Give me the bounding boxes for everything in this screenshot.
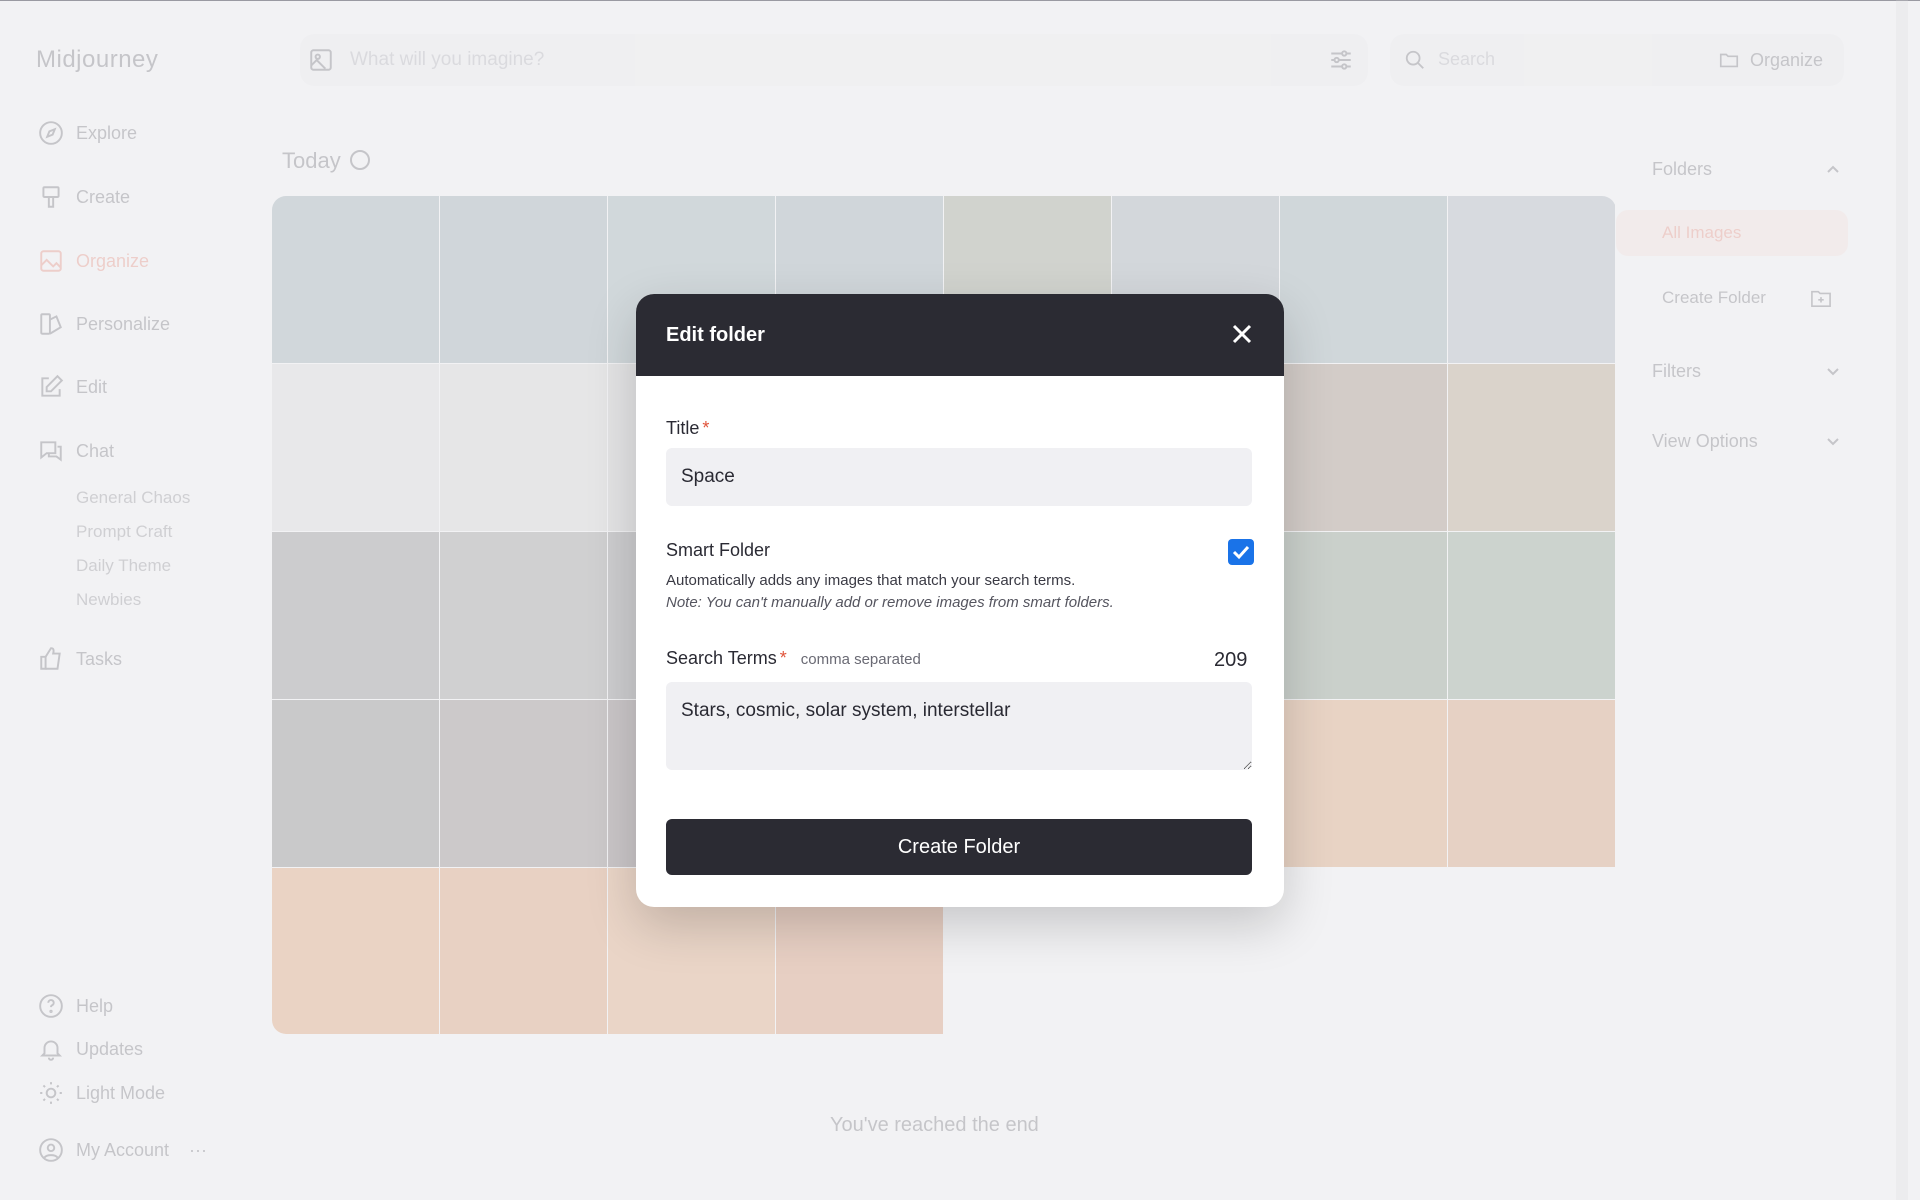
paintbrush-icon	[42, 186, 60, 208]
nav-label: Tasks	[76, 648, 123, 669]
nav-label: Help	[76, 995, 114, 1016]
edit-folder-dialog: Edit folder Title* Smart Folder Automati…	[636, 294, 1284, 907]
nav-edit[interactable]: Edit	[38, 374, 107, 400]
image-thumbnail[interactable]	[1448, 532, 1615, 699]
nav-label: Personalize	[76, 313, 171, 334]
image-icon	[40, 250, 62, 272]
title-field-label: Title *	[666, 418, 710, 438]
nav-label: Create	[76, 186, 131, 207]
nav-updates[interactable]: Updates	[38, 1036, 143, 1062]
nav-label: Explore	[76, 122, 138, 143]
account-icon	[39, 1138, 63, 1162]
image-thumbnail[interactable]	[272, 868, 439, 1034]
search-terms-input[interactable]: Stars, cosmic, solar system, interstella…	[666, 682, 1252, 770]
nav-label: Edit	[76, 376, 108, 397]
nav-label: Organize	[76, 250, 150, 271]
folder-icon	[1719, 53, 1739, 68]
image-thumbnail[interactable]	[1448, 700, 1615, 867]
image-thumbnail[interactable]	[1280, 532, 1447, 699]
folders-title[interactable]: Folders	[1652, 159, 1712, 180]
close-icon	[1232, 324, 1252, 344]
end-of-list-text: You've reached the end	[830, 1114, 1039, 1136]
create-folder-link[interactable]: Create Folder	[1662, 288, 1766, 308]
folder-plus-icon[interactable]	[1810, 288, 1832, 308]
image-thumbnail[interactable]	[272, 532, 439, 699]
all-images-label: All Images	[1662, 223, 1742, 242]
chat-room-newbies[interactable]: Newbies	[76, 590, 141, 610]
view-options-title[interactable]: View Options	[1652, 431, 1758, 452]
image-thumbnail[interactable]	[440, 532, 607, 699]
image-thumbnail[interactable]	[1280, 364, 1447, 531]
image-thumbnail[interactable]	[1448, 364, 1615, 531]
edit-icon	[41, 374, 64, 397]
search-terms-counter: 209	[1214, 649, 1248, 671]
nav-label: Chat	[76, 440, 115, 461]
dialog-header: Edit folder	[636, 294, 1284, 376]
add-icon[interactable]	[350, 150, 370, 170]
smart-folder-description: Automatically adds any images that match…	[666, 572, 1076, 589]
smart-folder-checkbox[interactable]	[1228, 539, 1254, 565]
thumbs-up-icon	[40, 647, 61, 670]
dialog-title: Edit folder	[666, 324, 765, 346]
help-icon	[39, 994, 63, 1018]
chat-icon	[40, 441, 62, 462]
search-terms-hint: comma separated	[800, 651, 921, 668]
image-thumbnail[interactable]	[272, 364, 439, 531]
section-title: Today	[282, 148, 341, 173]
more-icon[interactable]: ···	[189, 1140, 207, 1161]
image-thumbnail[interactable]	[1448, 196, 1615, 363]
settings-sliders-icon[interactable]	[1328, 47, 1354, 73]
bell-icon	[39, 1040, 63, 1061]
nav-label: Updates	[76, 1038, 144, 1059]
smart-folder-note: Note: You can't manually add or remove i…	[666, 594, 1114, 611]
search-placeholder[interactable]: Search	[1438, 49, 1495, 70]
create-folder-button[interactable]: Create Folder	[666, 819, 1252, 875]
smart-folder-label: Smart Folder	[666, 540, 771, 560]
nav-explore[interactable]: Explore	[38, 120, 137, 146]
app-logo[interactable]: Midjourney	[36, 46, 158, 74]
checkmark-icon	[1232, 545, 1250, 560]
chat-room-general-chaos[interactable]: General Chaos	[76, 488, 190, 508]
nav-chat[interactable]: Chat	[38, 438, 114, 464]
required-asterisk: *	[702, 418, 710, 438]
nav-light-mode[interactable]: Light Mode	[38, 1080, 165, 1106]
nav-organize[interactable]: Organize	[38, 248, 149, 274]
filters-title[interactable]: Filters	[1652, 361, 1701, 382]
sun-icon	[40, 1082, 62, 1104]
chevron-up-icon[interactable]	[1826, 162, 1840, 176]
image-thumbnail[interactable]	[1280, 700, 1447, 867]
image-thumbnail[interactable]	[272, 700, 439, 867]
title-input[interactable]	[666, 448, 1252, 506]
nav-create[interactable]: Create	[38, 184, 130, 210]
organize-button[interactable]: Organize	[1718, 38, 1838, 82]
required-asterisk: *	[779, 648, 787, 668]
all-images-folder[interactable]: All Images	[1616, 210, 1848, 256]
image-thumbnail[interactable]	[272, 196, 439, 363]
chevron-down-icon[interactable]	[1826, 365, 1840, 379]
nav-my-account[interactable]: My Account ···	[38, 1137, 207, 1163]
nav-tasks[interactable]: Tasks	[38, 646, 122, 672]
nav-label: My Account	[76, 1139, 170, 1160]
personalize-icon	[40, 313, 62, 335]
chat-room-prompt-craft[interactable]: Prompt Craft	[76, 522, 172, 542]
chat-room-daily-theme[interactable]: Daily Theme	[76, 556, 171, 576]
image-thumbnail[interactable]	[440, 700, 607, 867]
chevron-down-icon[interactable]	[1826, 435, 1840, 449]
nav-label: Light Mode	[76, 1082, 166, 1103]
scrollbar[interactable]	[1896, 0, 1908, 1200]
search-icon	[1405, 50, 1424, 69]
image-icon[interactable]	[308, 47, 334, 73]
prompt-placeholder[interactable]: What will you imagine?	[350, 49, 544, 71]
prompt-bar[interactable]: What will you imagine?	[300, 34, 1368, 86]
nav-help[interactable]: Help	[38, 993, 113, 1019]
close-button[interactable]	[1224, 316, 1260, 352]
organize-label: Organize	[1750, 49, 1824, 70]
image-thumbnail[interactable]	[440, 196, 607, 363]
image-thumbnail[interactable]	[440, 868, 607, 1034]
image-thumbnail[interactable]	[440, 364, 607, 531]
search-terms-label: Search Terms * comma separated	[666, 648, 921, 668]
compass-icon	[39, 121, 63, 145]
image-thumbnail[interactable]	[1280, 196, 1447, 363]
nav-personalize[interactable]: Personalize	[38, 311, 170, 337]
